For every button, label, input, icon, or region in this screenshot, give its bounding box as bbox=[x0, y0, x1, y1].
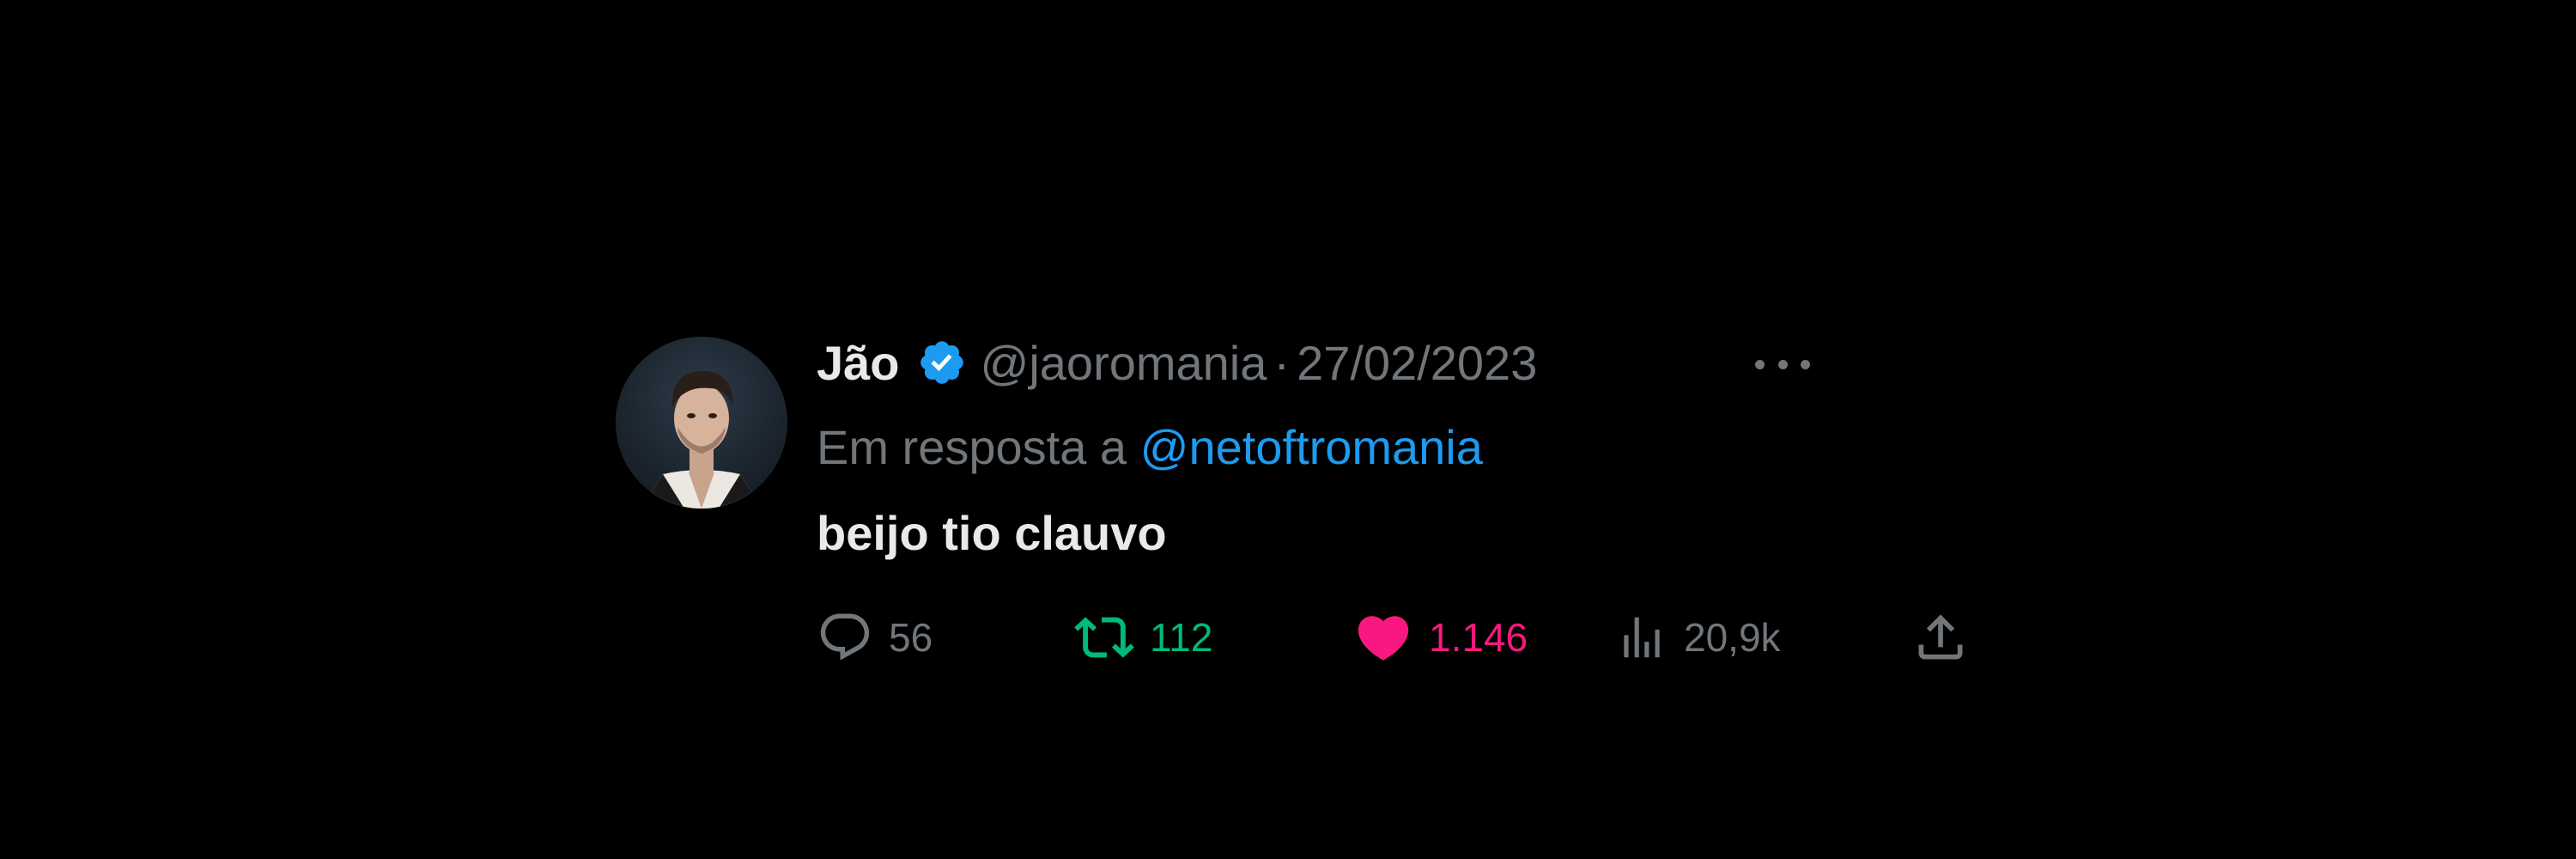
share-icon bbox=[1911, 608, 1970, 667]
heart-icon bbox=[1353, 607, 1413, 667]
share-button[interactable] bbox=[1911, 607, 1970, 667]
tweet-date[interactable]: 27/02/2023 bbox=[1297, 335, 1537, 391]
views-button[interactable]: 20,9k bbox=[1615, 607, 1781, 667]
like-count: 1.146 bbox=[1429, 615, 1528, 660]
views-icon bbox=[1615, 609, 1668, 666]
avatar-image bbox=[616, 337, 787, 509]
views-count: 20,9k bbox=[1684, 615, 1781, 660]
action-bar: 56 112 1.146 20,9k bbox=[817, 607, 2010, 667]
avatar[interactable] bbox=[616, 337, 787, 509]
author-name[interactable]: Jão bbox=[817, 335, 900, 391]
author-handle[interactable]: @jaoromania bbox=[981, 335, 1267, 391]
reply-context: Em resposta a @netoftromania bbox=[817, 419, 1483, 475]
retweet-icon bbox=[1074, 607, 1134, 667]
tweet-header: Jão @jaoromania · 27/02/2023 bbox=[817, 335, 1537, 391]
separator-dot: · bbox=[1273, 335, 1291, 390]
retweet-count: 112 bbox=[1150, 615, 1213, 660]
reply-icon bbox=[817, 609, 873, 666]
reply-prefix: Em resposta a bbox=[817, 420, 1127, 474]
more-options-icon[interactable] bbox=[1755, 347, 1810, 381]
verified-badge-icon bbox=[917, 338, 967, 387]
reply-mention-link[interactable]: @netoftromania bbox=[1140, 420, 1483, 474]
tweet-card[interactable]: Jão @jaoromania · 27/02/2023 Em resposta… bbox=[616, 335, 1963, 680]
reply-button[interactable]: 56 bbox=[817, 607, 933, 667]
more-dot bbox=[1801, 359, 1810, 369]
like-button[interactable]: 1.146 bbox=[1353, 607, 1528, 667]
tweet-text: beijo tio clauvo bbox=[817, 506, 1167, 560]
more-dot bbox=[1777, 359, 1788, 369]
retweet-button[interactable]: 112 bbox=[1074, 607, 1212, 667]
reply-count: 56 bbox=[889, 615, 933, 660]
more-dot bbox=[1755, 359, 1765, 369]
